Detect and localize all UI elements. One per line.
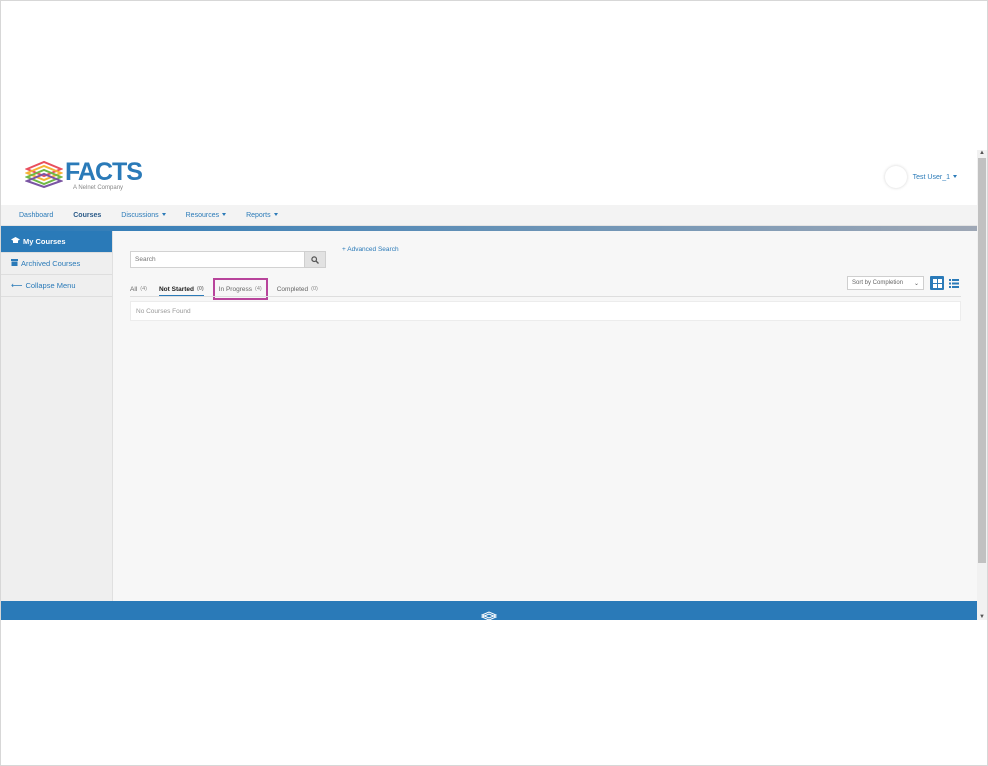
nav-item-discussions[interactable]: Discussions: [121, 212, 166, 219]
sidebar-item-archived-courses[interactable]: Archived Courses: [1, 253, 112, 275]
user-menu[interactable]: Test User_1: [884, 166, 957, 188]
sidebar: My Courses Archived Courses ⟵ Collapse M…: [1, 231, 113, 601]
tab-all[interactable]: All (4): [130, 281, 147, 297]
sidebar-item-collapse-menu[interactable]: ⟵ Collapse Menu: [1, 275, 112, 297]
logo-wordmark: FACTS: [65, 158, 143, 186]
sort-select[interactable]: Sort by Completion ⌄: [847, 276, 924, 290]
nav-item-reports[interactable]: Reports: [246, 212, 278, 219]
tabs-divider: [130, 296, 961, 297]
footer-logo-icon: [481, 611, 497, 620]
user-name[interactable]: Test User_1: [913, 174, 957, 181]
search-icon: [311, 255, 319, 264]
chevron-down-icon: [953, 175, 957, 179]
sidebar-item-label: Collapse Menu: [25, 281, 76, 290]
logo-subtitle: A Nelnet Company: [73, 185, 124, 191]
grid-view-button[interactable]: [930, 276, 944, 290]
chevron-down-icon: ⌄: [913, 281, 919, 287]
advanced-search-link[interactable]: + Advanced Search: [342, 246, 399, 253]
search-input[interactable]: [130, 251, 304, 268]
arrow-left-icon: ⟵: [11, 280, 23, 290]
tab-count: (4): [140, 286, 147, 292]
facts-logo[interactable]: FACTS A Nelnet Company: [25, 158, 145, 194]
header: FACTS A Nelnet Company Test User_1: [1, 150, 977, 205]
nav-item-courses[interactable]: Courses: [73, 212, 101, 219]
list-view-button[interactable]: [947, 276, 961, 290]
facts-logo-mark-icon: [25, 160, 63, 188]
top-nav: Dashboard Courses Discussions Resources …: [1, 205, 977, 226]
grid-icon: [932, 278, 942, 288]
sort-select-value: Sort by Completion: [852, 280, 904, 286]
tab-in-progress[interactable]: In Progress (4): [212, 278, 268, 300]
tab-count: (4): [254, 286, 262, 292]
nav-item-dashboard[interactable]: Dashboard: [19, 212, 53, 219]
list-icon: [949, 278, 959, 288]
nav-item-resources[interactable]: Resources: [186, 212, 227, 219]
archive-icon: [11, 259, 18, 268]
chevron-down-icon: [273, 213, 278, 217]
page-scrollbar[interactable]: ▲ ▼: [977, 150, 987, 620]
course-status-tabs: All (4) Not Started (0) In Progress (4) Com…: [130, 278, 330, 300]
sidebar-item-label: My Courses: [23, 237, 66, 246]
sidebar-item-my-courses[interactable]: My Courses: [1, 231, 112, 253]
tab-not-started[interactable]: Not Started (0): [158, 281, 204, 297]
sidebar-item-label: Archived Courses: [21, 259, 81, 268]
tab-count: (0): [311, 286, 318, 292]
no-courses-message: No Courses Found: [130, 301, 961, 321]
main-content: + Advanced Search All(4) Not Started(0) …: [114, 231, 977, 601]
chevron-down-icon: [222, 213, 227, 217]
scrollbar-thumb[interactable]: [978, 158, 986, 563]
tab-count: (0): [197, 286, 204, 292]
avatar[interactable]: [884, 166, 907, 188]
search-button[interactable]: [304, 251, 326, 268]
footer: [1, 601, 977, 620]
app-window: FACTS A Nelnet Company Test User_1 Dashb…: [1, 150, 977, 620]
tab-completed[interactable]: Completed (0): [277, 281, 318, 297]
graduation-cap-icon: [11, 237, 20, 246]
scroll-down-icon[interactable]: ▼: [979, 614, 985, 620]
chevron-down-icon: [161, 213, 166, 217]
scroll-up-icon[interactable]: ▲: [979, 150, 985, 156]
search-bar: [130, 251, 326, 268]
